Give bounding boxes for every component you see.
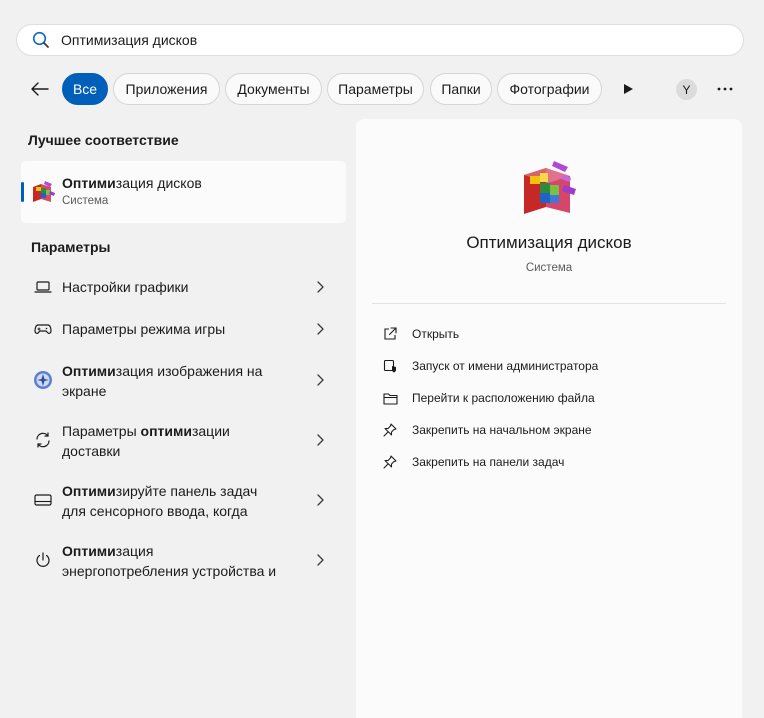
keyboard-icon	[32, 489, 54, 511]
setting-item-label: Настройки графики	[62, 279, 189, 295]
detail-subtitle: Система	[525, 262, 573, 274]
laptop-icon	[32, 276, 54, 298]
chevron-right-icon	[313, 280, 327, 294]
chevron-right-icon	[313, 493, 327, 507]
setting-item-power-optimization[interactable]: Оптимизация энергопотребления устройства …	[21, 538, 346, 582]
action-label: Перейти к расположению файла	[412, 391, 595, 405]
action-label: Открыть	[412, 327, 460, 341]
search-input[interactable]	[61, 32, 743, 48]
chevron-right-icon	[313, 322, 327, 336]
best-match-heading: Лучшее соответствие	[28, 132, 179, 148]
avatar[interactable]: Y	[676, 79, 697, 100]
more-options-button[interactable]	[712, 78, 738, 100]
tab-all[interactable]: Все	[62, 73, 108, 105]
action-open-file-location[interactable]: Перейти к расположению файла	[372, 384, 726, 412]
setting-item-taskbar-touch[interactable]: Оптимизируйте панель задач для сенсорного…	[21, 478, 346, 522]
setting-item-label: Параметры режима игры	[62, 321, 226, 337]
setting-item-display-calibration[interactable]: Оптимизация изображения на экране	[21, 358, 346, 402]
setting-item-delivery-optimization[interactable]: Параметры оптимизации доставки	[21, 418, 346, 462]
defrag-app-icon	[33, 181, 55, 202]
setting-item-label: Оптимизация энергопотребления устройства …	[62, 543, 277, 579]
pin-icon	[382, 422, 398, 438]
defrag-app-icon	[524, 161, 576, 214]
best-match-name: Оптимизация дисков	[62, 175, 202, 191]
pin-icon	[382, 454, 398, 470]
folder-icon	[382, 390, 398, 406]
power-icon	[32, 549, 54, 571]
action-pin-to-start[interactable]: Закрепить на начальном экране	[372, 416, 726, 444]
open-icon	[382, 326, 398, 342]
tab-photos[interactable]: Фотографии	[497, 73, 602, 105]
gamepad-icon	[32, 318, 54, 340]
chevron-right-icon	[313, 433, 327, 447]
action-pin-to-taskbar[interactable]: Закрепить на панели задач	[372, 448, 726, 476]
detail-panel: Оптимизация дисков Система Открыть Запус…	[356, 119, 742, 718]
action-label: Закрепить на начальном экране	[412, 423, 592, 437]
back-button[interactable]	[26, 76, 54, 102]
display-calibration-icon	[32, 369, 54, 391]
back-arrow-icon	[31, 82, 49, 96]
search-box[interactable]	[16, 24, 744, 56]
action-label: Запуск от имени администратора	[412, 359, 599, 373]
best-match-item[interactable]: Оптимизация дисков Система	[21, 161, 346, 223]
setting-item-game-mode[interactable]: Параметры режима игры	[21, 315, 346, 343]
search-icon	[31, 30, 51, 50]
setting-item-label: Параметры оптимизации доставки	[62, 423, 230, 459]
chevron-right-icon	[313, 553, 327, 567]
tab-apps[interactable]: Приложения	[113, 73, 220, 105]
more-filters-button[interactable]	[618, 79, 638, 99]
tab-settings[interactable]: Параметры	[327, 73, 424, 105]
detail-title: Оптимизация дисков	[466, 233, 632, 252]
chevron-right-icon	[313, 373, 327, 387]
action-open[interactable]: Открыть	[372, 320, 726, 348]
search-window: Все Приложения Документы Параметры Папки…	[0, 0, 764, 718]
tab-folders[interactable]: Папки	[430, 73, 492, 105]
filter-bar: Все Приложения Документы Параметры Папки…	[0, 72, 764, 106]
setting-item-label: Оптимизация изображения на экране	[62, 363, 263, 399]
action-run-as-admin[interactable]: Запуск от имени администратора	[372, 352, 726, 380]
action-label: Закрепить на панели задач	[412, 455, 565, 469]
selection-indicator	[21, 182, 24, 202]
setting-item-label: Оптимизируйте панель задач для сенсорного…	[62, 483, 258, 519]
best-match-subtitle: Система	[62, 195, 109, 207]
sync-icon	[32, 429, 54, 451]
play-icon	[624, 84, 633, 94]
setting-item-graphics[interactable]: Настройки графики	[21, 273, 346, 301]
settings-heading: Параметры	[31, 239, 111, 255]
shield-icon	[382, 358, 398, 374]
tab-documents[interactable]: Документы	[225, 73, 322, 105]
divider	[372, 303, 726, 304]
ellipsis-icon	[717, 87, 733, 91]
